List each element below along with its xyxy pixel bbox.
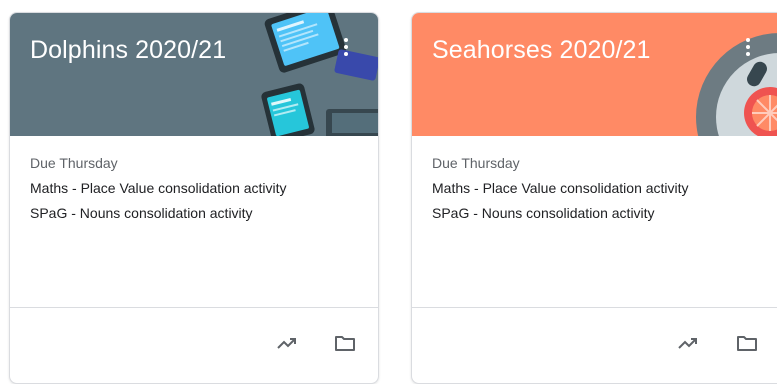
class-banner[interactable]: Dolphins 2020/21: [10, 13, 378, 136]
devices-illustration: [261, 13, 378, 136]
assignment-link[interactable]: Maths - Place Value consolidation activi…: [432, 178, 774, 198]
assignment-link[interactable]: Maths - Place Value consolidation activi…: [30, 178, 362, 198]
assignment-link[interactable]: SPaG - Nouns consolidation activity: [432, 203, 774, 223]
class-card-dolphins[interactable]: Dolphins 2020/21 Due Thursday Maths - Pl…: [9, 12, 379, 384]
trending-up-icon[interactable]: [273, 329, 301, 357]
class-title[interactable]: Seahorses 2020/21: [432, 35, 651, 65]
card-divider: [10, 307, 378, 308]
assignment-link[interactable]: SPaG - Nouns consolidation activity: [30, 203, 362, 223]
folder-icon[interactable]: [733, 329, 761, 357]
more-vert-icon[interactable]: [334, 35, 358, 59]
folder-icon[interactable]: [331, 329, 359, 357]
card-body: Due Thursday Maths - Place Value consoli…: [30, 153, 362, 228]
more-vert-icon[interactable]: [736, 35, 760, 59]
class-banner[interactable]: Seahorses 2020/21: [412, 13, 777, 136]
class-title[interactable]: Dolphins 2020/21: [30, 35, 226, 65]
card-divider: [412, 307, 777, 308]
card-body: Due Thursday Maths - Place Value consoli…: [432, 153, 774, 228]
due-label: Due Thursday: [432, 155, 520, 171]
due-label: Due Thursday: [30, 155, 118, 171]
gauge-illustration: [696, 33, 777, 136]
trending-up-icon[interactable]: [674, 329, 702, 357]
class-card-seahorses[interactable]: Seahorses 2020/21 Due Thursday Maths - P…: [411, 12, 777, 384]
